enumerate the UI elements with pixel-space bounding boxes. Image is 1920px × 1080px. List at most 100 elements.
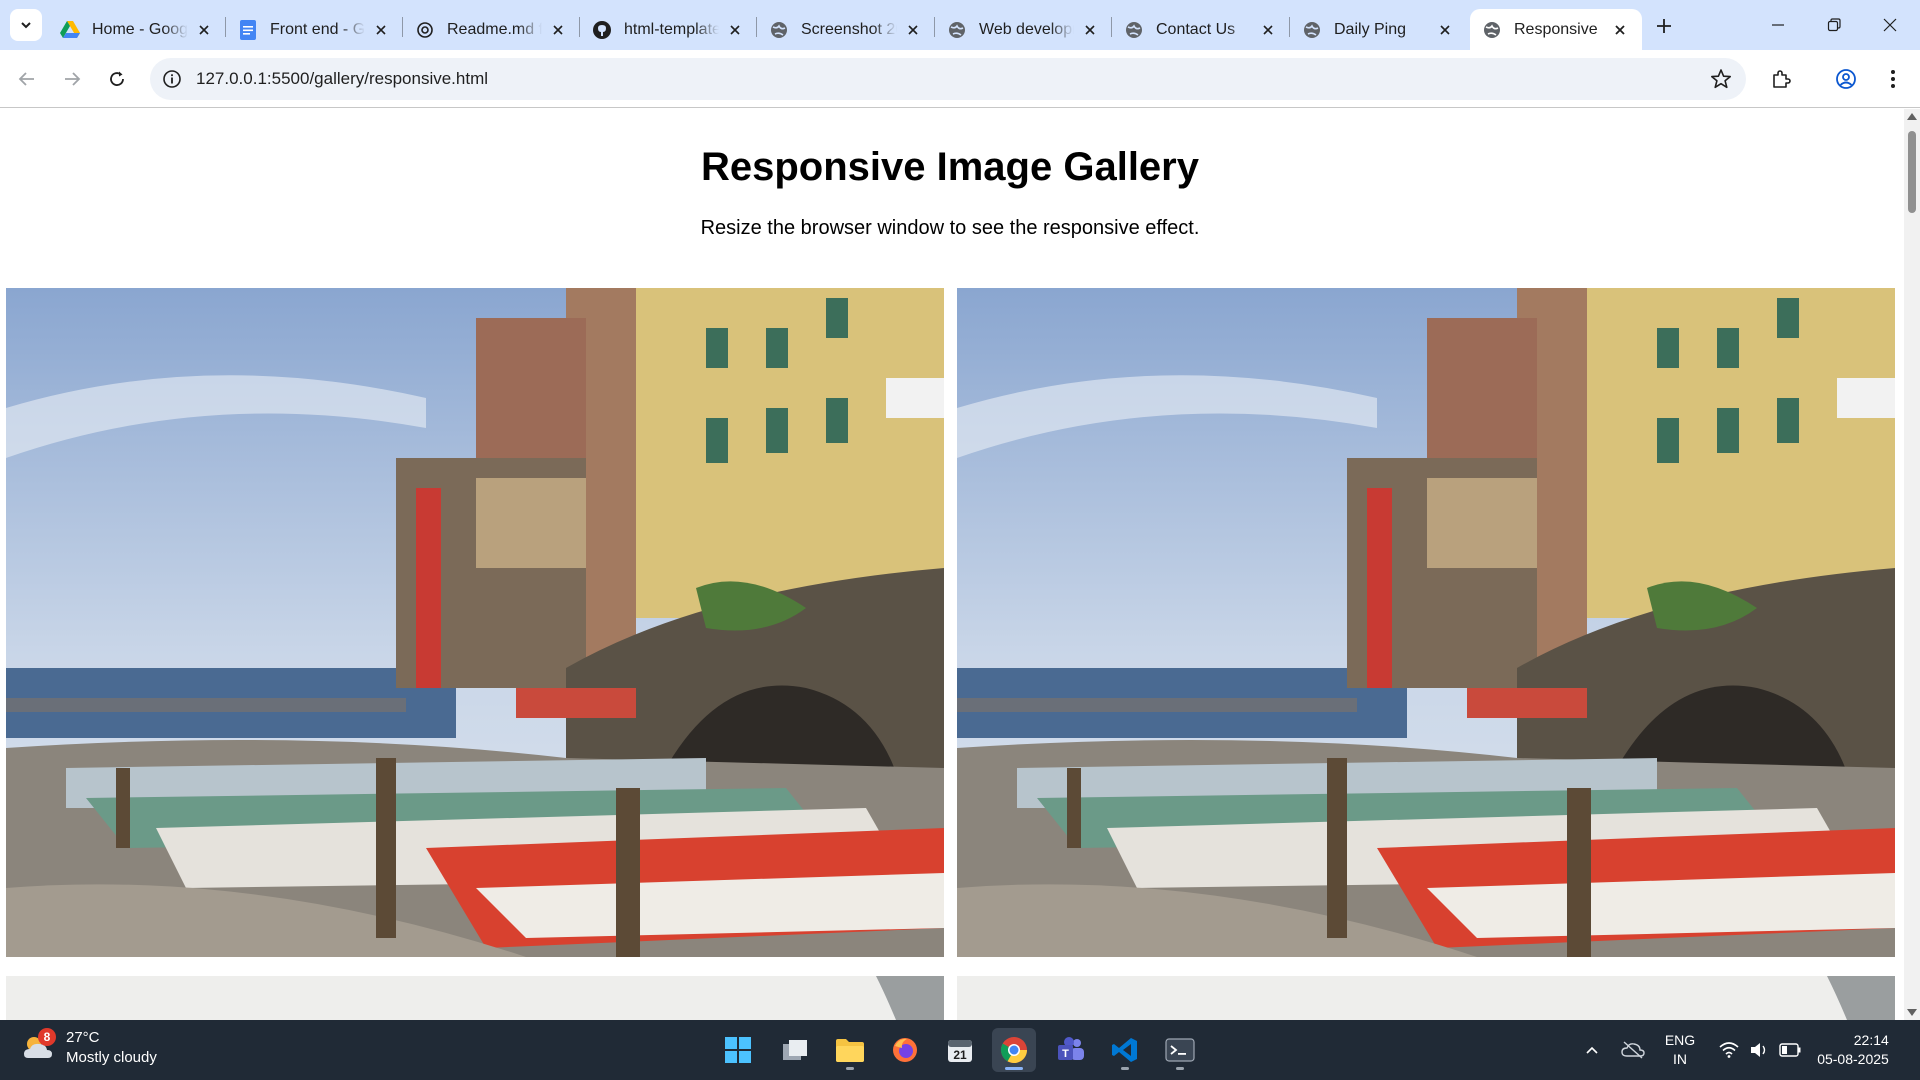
menu-button[interactable] [1877,63,1909,95]
language-code: ENG [1664,1032,1696,1048]
tab-html-template[interactable]: html-template [580,9,757,50]
language-region: IN [1673,1051,1687,1067]
globe-icon [769,20,789,40]
kebab-menu-icon [1891,70,1895,88]
firefox-button[interactable] [883,1028,927,1072]
chrome-button[interactable] [992,1028,1036,1072]
minimize-icon [1772,24,1784,26]
scroll-up-icon[interactable] [1907,113,1917,120]
back-button[interactable] [11,63,43,95]
tab-title: Front end - Google Docs [270,20,365,38]
close-icon[interactable] [1258,20,1278,40]
globe-icon [1482,20,1502,40]
restore-icon [1827,18,1841,32]
folder-icon [836,1039,864,1062]
teams-icon: T [1058,1037,1084,1060]
url-text[interactable]: 127.0.0.1:5500/gallery/responsive.html [196,58,488,100]
gallery-photo-partial [1827,976,1895,1020]
gallery-image[interactable] [6,288,944,957]
calendar-app-button[interactable]: 21 [938,1028,982,1072]
calendar-icon: 21 [948,1040,972,1062]
svg-text:T: T [1062,1048,1069,1060]
extensions-button[interactable] [1765,63,1797,95]
tab-title: html-template [624,20,719,38]
restore-button[interactable] [1806,0,1862,50]
arrow-left-icon [18,72,34,86]
reload-icon [110,71,124,86]
site-info-icon[interactable] [162,69,182,89]
task-view-button[interactable] [773,1028,817,1072]
address-bar[interactable]: 127.0.0.1:5500/gallery/responsive.html [150,58,1746,100]
globe-icon [947,20,967,40]
tab-title: Readme.md file [447,20,542,38]
globe-icon [1302,20,1322,40]
windows-logo-icon [725,1037,751,1063]
close-icon[interactable] [1080,20,1100,40]
chatgpt-icon [415,20,435,40]
tab-daily-ping[interactable]: Daily Ping [1290,9,1467,50]
tab-title: Home - Google Drive [92,20,188,38]
tab-search-button[interactable] [10,9,42,41]
vscode-button[interactable] [1103,1028,1147,1072]
bookmark-star-icon[interactable] [1710,68,1732,90]
onedrive-button[interactable] [1618,1020,1648,1080]
show-hidden-icons-button[interactable] [1578,1020,1606,1080]
teams-button[interactable]: T [1048,1028,1092,1072]
close-icon[interactable] [194,20,214,40]
clock-date: 05-08-2025 [1817,1051,1889,1067]
scrollbar-thumb[interactable] [1908,131,1916,213]
tab-google-drive[interactable]: Home - Google Drive [48,9,226,50]
weather-widget[interactable]: 8 27°C Mostly cloudy [20,1028,157,1068]
tab-contact-us[interactable]: Contact Us [1112,9,1290,50]
puzzle-icon [1773,70,1791,88]
windows-taskbar: 8 27°C Mostly cloudy 21 T ENG IN 22:14 0… [0,1020,1920,1080]
firefox-icon [893,1038,917,1062]
close-icon[interactable] [548,20,568,40]
close-icon[interactable] [903,20,923,40]
tab-google-docs[interactable]: Front end - Google Docs [226,9,403,50]
start-button[interactable] [716,1028,760,1072]
scroll-down-icon[interactable] [1907,1009,1917,1016]
clock-time: 22:14 [1853,1032,1889,1048]
new-tab-button[interactable] [1650,12,1678,40]
close-icon[interactable] [1610,20,1630,40]
harbor-photo [6,288,944,957]
globe-icon [1124,20,1144,40]
profile-button[interactable] [1830,63,1862,95]
chevron-up-icon [1586,1046,1598,1054]
close-window-button[interactable] [1862,0,1918,50]
terminal-button[interactable] [1158,1028,1202,1072]
calendar-day-text: 21 [953,1048,967,1062]
terminal-icon [1165,1038,1195,1062]
reload-button[interactable] [101,63,133,95]
page-title: Responsive Image Gallery [700,145,1199,189]
gallery-image[interactable] [957,288,1895,957]
input-language-button[interactable]: ENG IN [1660,1020,1700,1080]
file-explorer-button[interactable] [828,1028,872,1072]
tab-readme[interactable]: Readme.md file [403,9,580,50]
harbor-photo [957,288,1895,957]
tab-web-development[interactable]: Web development [935,9,1112,50]
close-icon[interactable] [1435,20,1455,40]
running-indicator [1176,1067,1184,1070]
google-drive-icon [60,20,80,40]
tab-screenshot[interactable]: Screenshot 2025 [757,9,935,50]
notification-badge: 8 [38,1028,56,1046]
clock-button[interactable]: 22:14 05-08-2025 [1810,1020,1896,1080]
running-indicator [1005,1067,1023,1070]
page-content: Responsive Image Gallery Resize the brow… [0,109,1904,1020]
close-icon[interactable] [371,20,391,40]
forward-button[interactable] [56,63,88,95]
tab-responsive[interactable]: Responsive [1470,9,1642,50]
close-icon[interactable] [725,20,745,40]
google-docs-icon [238,19,258,40]
tab-title: Web development [979,20,1074,38]
quick-settings-button[interactable] [1714,1020,1806,1080]
page-scrollbar[interactable] [1904,109,1920,1020]
tab-title: Responsive [1514,20,1598,38]
gallery-image[interactable] [6,976,944,1020]
minimize-button[interactable] [1750,0,1806,50]
gallery-image[interactable] [957,976,1895,1020]
running-indicator [846,1067,854,1070]
close-icon [1883,18,1897,32]
